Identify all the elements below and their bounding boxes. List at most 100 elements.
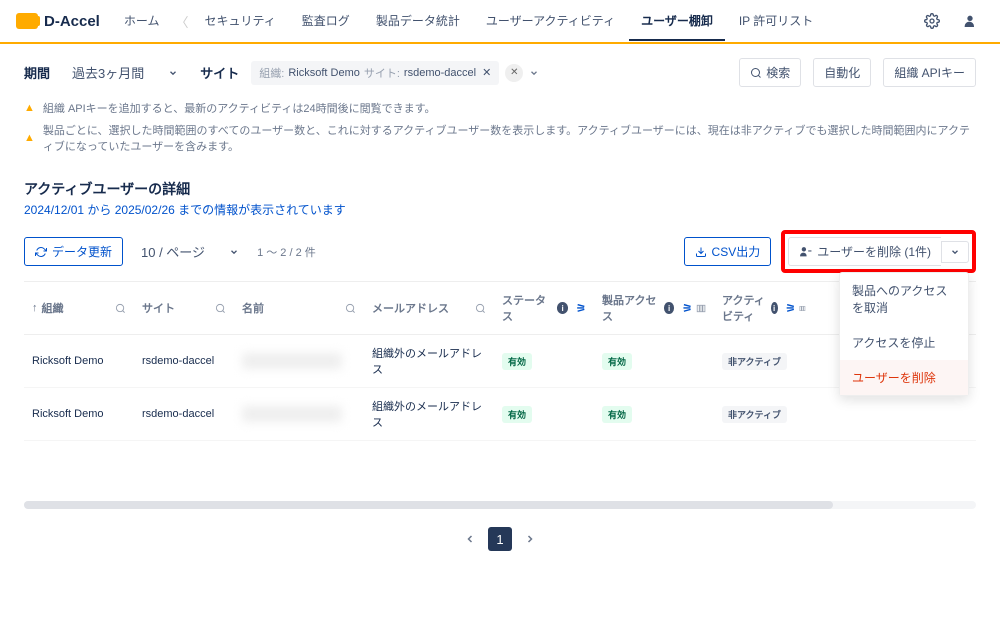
th-status[interactable]: ステータス i ⚞ xyxy=(494,282,594,334)
topbar-actions xyxy=(918,7,984,35)
bulk-action-dropdown-toggle[interactable] xyxy=(941,241,969,263)
search-button[interactable]: 検索 xyxy=(739,58,801,87)
nav-inventory[interactable]: ユーザー棚卸 xyxy=(629,2,725,41)
chip-site-label: サイト: xyxy=(364,65,400,81)
th-status-label: ステータス xyxy=(502,292,553,324)
period-value: 過去3ヶ月間 xyxy=(72,63,144,82)
site-chip-area: 組織: Ricksoft Demo サイト: rsdemo-daccel ✕ ✕ xyxy=(251,61,727,85)
access-badge: 有効 xyxy=(602,406,632,423)
refresh-button[interactable]: データ更新 xyxy=(24,237,123,266)
columns-icon[interactable] xyxy=(799,303,806,314)
cell-name xyxy=(234,396,364,432)
redacted-name xyxy=(242,406,342,422)
search-icon[interactable] xyxy=(215,303,226,314)
scrollbar-thumb[interactable] xyxy=(24,501,833,509)
search-icon[interactable] xyxy=(115,303,126,314)
search-icon[interactable] xyxy=(345,303,356,314)
profile-button[interactable] xyxy=(956,7,984,35)
info-icon: i xyxy=(557,302,568,314)
activity-badge: 非アクティブ xyxy=(722,406,787,423)
period-label: 期間 xyxy=(24,63,50,82)
nav-audit[interactable]: 監査ログ xyxy=(290,2,362,41)
cell-name xyxy=(234,343,364,379)
cell-access: 有効 xyxy=(594,343,714,380)
settings-button[interactable] xyxy=(918,7,946,35)
nav-stats[interactable]: 製品データ統計 xyxy=(364,2,472,41)
alert-row: ▲ 製品ごとに、選択した時間範囲のすべてのユーザー数と、これに対するアクティブユ… xyxy=(24,119,976,157)
api-key-button[interactable]: 組織 APIキー xyxy=(883,58,976,87)
th-activity-label: アクティビティ xyxy=(722,292,767,324)
alert-row: ▲ 組織 APIキーを追加すると、最新のアクティビティは24時間後に閲覧できます… xyxy=(24,97,976,119)
th-site[interactable]: サイト xyxy=(134,290,234,326)
table-toolbar: データ更新 10 / ページ 1 ～ 2 / 2 件 CSV出力 ユーザーを削除… xyxy=(24,230,976,273)
pagination: 1 xyxy=(0,519,1000,571)
alert-text: 組織 APIキーを追加すると、最新のアクティビティは24時間後に閲覧できます。 xyxy=(43,100,436,116)
table-row[interactable]: Ricksoft Demo rsdemo-daccel 組織外のメールアドレス … xyxy=(24,388,976,441)
users-table: ↑ 組織 サイト 名前 メールアドレス ステータス xyxy=(24,281,976,441)
cell-status: 有効 xyxy=(494,343,594,380)
logo[interactable]: D-Accel xyxy=(16,13,100,30)
filter-bar: 期間 過去3ヶ月間 サイト 組織: Ricksoft Demo サイト: rsd… xyxy=(0,44,1000,97)
warning-icon: ▲ xyxy=(24,132,35,144)
page-size-select[interactable]: 10 / ページ xyxy=(133,237,247,266)
nav-security[interactable]: セキュリティ xyxy=(193,2,288,41)
site-chip[interactable]: 組織: Ricksoft Demo サイト: rsdemo-daccel ✕ xyxy=(251,61,499,85)
search-icon[interactable] xyxy=(475,303,486,314)
csv-export-button[interactable]: CSV出力 xyxy=(684,237,772,266)
th-access-label: 製品アクセス xyxy=(602,292,660,324)
pager-page-1[interactable]: 1 xyxy=(488,527,512,551)
clear-filters-button[interactable]: ✕ xyxy=(505,64,523,82)
filter-icon[interactable]: ⚞ xyxy=(682,302,692,315)
bulk-action-button: ユーザーを削除 (1件) xyxy=(788,237,969,266)
nav-activity[interactable]: ユーザーアクティビティ xyxy=(474,2,627,41)
period-select[interactable]: 過去3ヶ月間 xyxy=(62,58,188,87)
cell-email: 組織外のメールアドレス xyxy=(364,335,494,387)
nav-separator-icon: 〈 xyxy=(174,12,191,31)
th-email[interactable]: メールアドレス xyxy=(364,290,494,326)
filter-icon[interactable]: ⚞ xyxy=(786,302,796,315)
cell-org: Ricksoft Demo xyxy=(24,345,134,377)
sort-icon: ↑ xyxy=(32,302,38,314)
automate-label: 自動化 xyxy=(824,64,860,81)
nav-home[interactable]: ホーム xyxy=(112,2,172,41)
bulk-action-main[interactable]: ユーザーを削除 (1件) xyxy=(788,237,941,266)
cell-status: 有効 xyxy=(494,396,594,433)
cell-org: Ricksoft Demo xyxy=(24,398,134,430)
gear-icon xyxy=(924,13,940,29)
th-org[interactable]: ↑ 組織 xyxy=(24,290,134,326)
horizontal-scrollbar[interactable] xyxy=(24,501,976,509)
th-activity[interactable]: アクティビティ i ⚞ xyxy=(714,282,814,334)
cell-site: rsdemo-daccel xyxy=(134,398,234,430)
th-org-label: 組織 xyxy=(42,300,64,316)
brand-text: D-Accel xyxy=(44,13,100,30)
th-access[interactable]: 製品アクセス i ⚞ xyxy=(594,282,714,334)
chevron-down-icon xyxy=(168,68,178,78)
menu-suspend-access[interactable]: アクセスを停止 xyxy=(840,325,968,360)
search-label: 検索 xyxy=(766,64,790,81)
pager-prev[interactable] xyxy=(458,527,482,551)
chip-remove-icon[interactable]: ✕ xyxy=(482,66,491,79)
panel: アクティブユーザーの詳細 2024/12/01 から 2025/02/26 まで… xyxy=(24,179,976,441)
columns-icon[interactable] xyxy=(696,303,706,314)
menu-revoke-access[interactable]: 製品へのアクセスを取消 xyxy=(840,273,968,325)
nav-ip[interactable]: IP 許可リスト xyxy=(727,2,825,41)
pager-next[interactable] xyxy=(518,527,542,551)
cell-activity: 非アクティブ xyxy=(714,343,814,380)
download-icon xyxy=(695,246,707,258)
th-site-label: サイト xyxy=(142,300,175,316)
chevron-down-icon xyxy=(229,247,239,257)
table-row[interactable]: Ricksoft Demo rsdemo-daccel 組織外のメールアドレス … xyxy=(24,335,976,388)
chevron-down-icon[interactable] xyxy=(529,68,539,78)
bulk-action-highlight: ユーザーを削除 (1件) 製品へのアクセスを取消 アクセスを停止 ユーザーを削除 xyxy=(781,230,976,273)
status-badge: 有効 xyxy=(502,406,532,423)
automate-button[interactable]: 自動化 xyxy=(813,58,871,87)
cell-access: 有効 xyxy=(594,396,714,433)
menu-delete-user[interactable]: ユーザーを削除 xyxy=(840,360,968,395)
access-badge: 有効 xyxy=(602,353,632,370)
th-name[interactable]: 名前 xyxy=(234,290,364,326)
info-icon: i xyxy=(771,302,778,314)
filter-icon[interactable]: ⚞ xyxy=(576,302,586,315)
panel-subtitle: 2024/12/01 から 2025/02/26 までの情報が表示されています xyxy=(24,201,976,218)
search-icon xyxy=(750,67,762,79)
range-text: 1 ～ 2 / 2 件 xyxy=(257,244,316,260)
